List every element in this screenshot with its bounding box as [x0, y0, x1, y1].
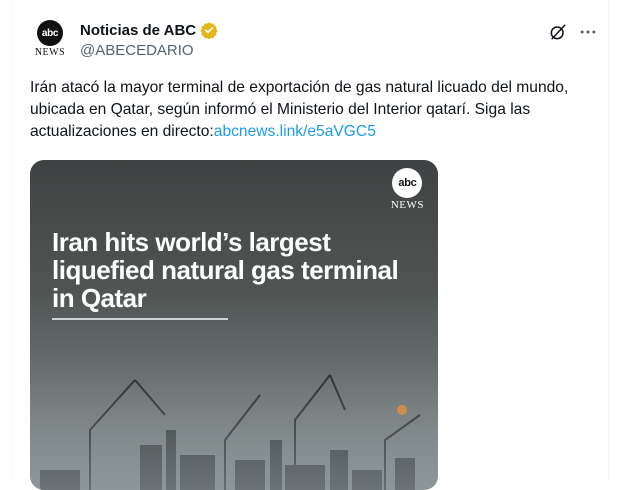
media-headline: Iran hits world’s largest liquefied natu… — [52, 227, 399, 313]
grok-icon[interactable] — [548, 22, 568, 42]
avatar-news-label: NEWS — [34, 47, 66, 58]
tweet-text: Irán atacó la mayor terminal de exportac… — [30, 77, 602, 143]
tweet-link[interactable]: abcnews.link/e5aVGC5 — [214, 123, 376, 140]
more-options-icon[interactable] — [578, 22, 598, 42]
author-display-name[interactable]: Noticias de ABC — [80, 21, 218, 39]
author-handle[interactable]: @ABECEDARIO — [80, 42, 194, 59]
headline-divider — [52, 318, 228, 320]
media-news-label: NEWS — [390, 199, 424, 211]
media-abc-logo-icon: abc — [392, 168, 423, 198]
tweet-media-image[interactable]: abc NEWS Iran hits world’s largest lique… — [30, 160, 438, 490]
author-name-text[interactable]: Noticias de ABC — [80, 22, 196, 39]
verified-badge-icon — [200, 22, 218, 39]
industrial-skyline-illustration — [30, 370, 438, 490]
abc-logo-icon: abc — [37, 20, 63, 46]
avatar[interactable]: abc NEWS — [30, 20, 70, 60]
media-abc-logo: abc NEWS — [391, 168, 424, 211]
